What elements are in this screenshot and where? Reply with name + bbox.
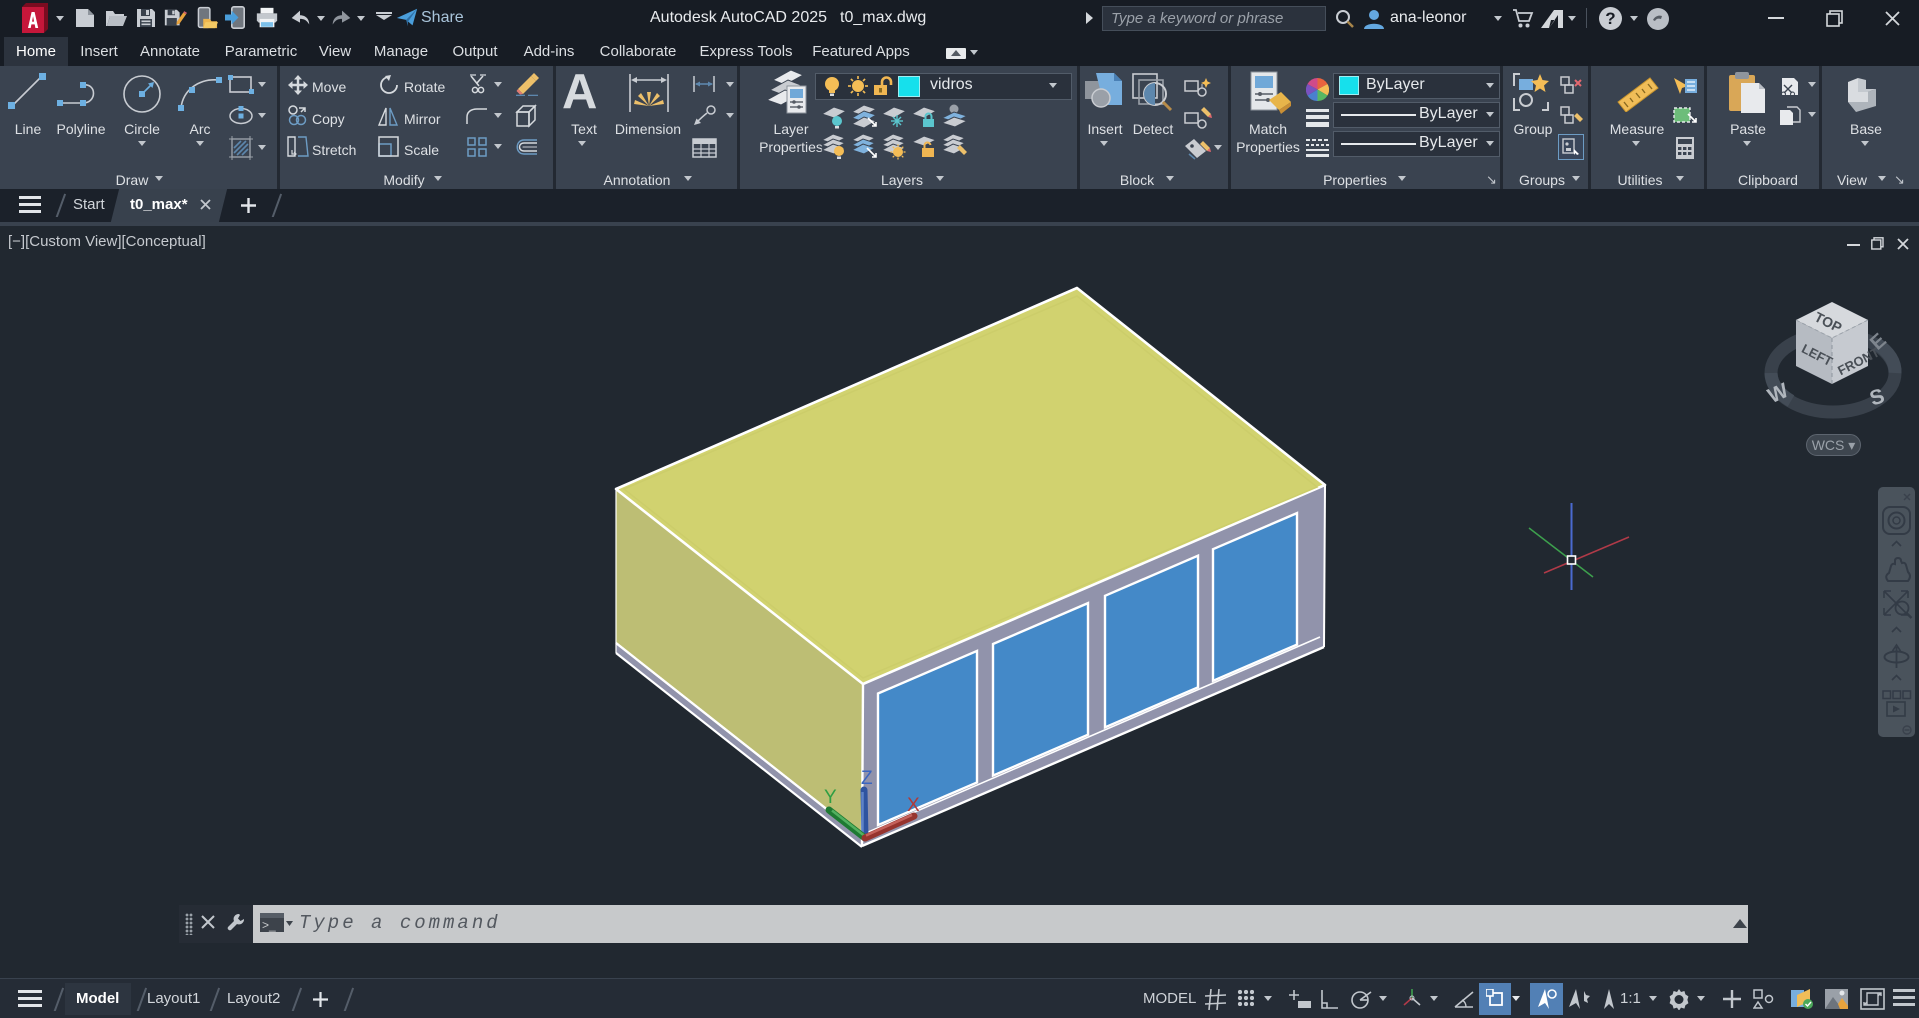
- svg-text:Z: Z: [861, 768, 873, 789]
- svg-text:Y: Y: [824, 787, 837, 808]
- svg-text:>_: >_: [262, 918, 276, 932]
- svg-text:X: X: [907, 795, 920, 816]
